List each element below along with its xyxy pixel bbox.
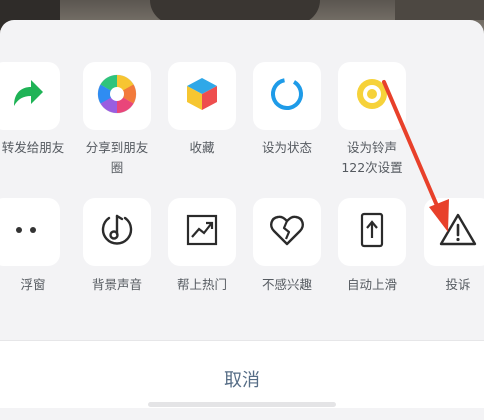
- cancel-label: 取消: [224, 370, 260, 391]
- home-indicator: [148, 402, 336, 407]
- cancel-button[interactable]: 取消: [0, 340, 484, 408]
